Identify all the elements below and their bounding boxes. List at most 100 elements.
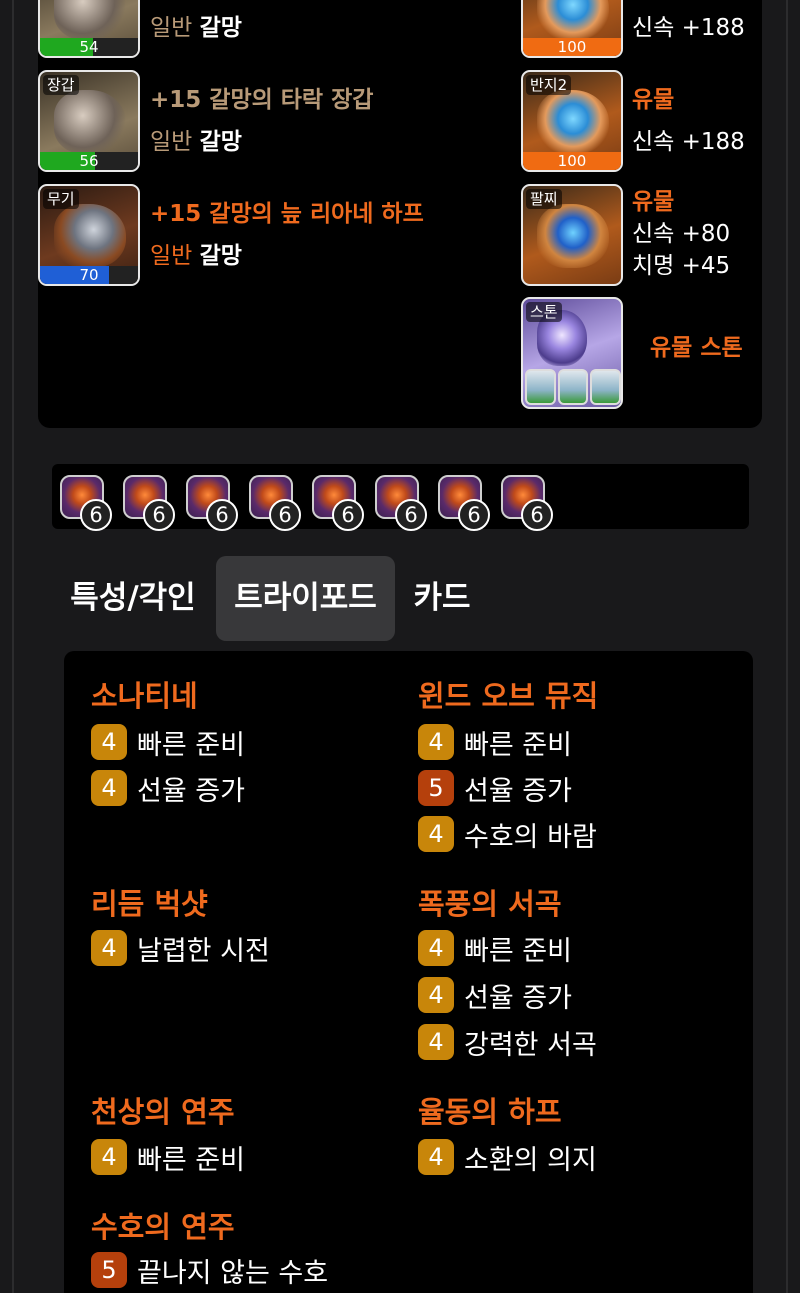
tripod-level: 4	[418, 816, 454, 852]
left-border	[12, 0, 14, 1293]
ring1-icon[interactable]: 100	[521, 0, 623, 58]
quality-bar: 100	[523, 38, 621, 56]
slot-label: 장갑	[43, 75, 79, 95]
item-grade-line: 일반 갈망	[150, 129, 242, 155]
bracelet-art	[537, 204, 609, 268]
gem-slot[interactable]: 6	[430, 475, 490, 531]
ring2-icon[interactable]: 반지2 100	[521, 70, 623, 172]
tripod-level: 4	[418, 1024, 454, 1060]
gem-slot[interactable]: 6	[52, 475, 112, 531]
stone-engravings	[523, 369, 621, 407]
gem-slot[interactable]: 6	[241, 475, 301, 531]
item-grade-line: 일반 갈망	[150, 243, 242, 269]
engraving-chip	[590, 369, 621, 405]
weapon-name[interactable]: +15 갈망의 늪 리아네 하프	[150, 194, 424, 228]
tripod-level: 4	[91, 930, 127, 966]
tripod-name: 빠른 준비	[137, 1144, 245, 1176]
tab-tripods[interactable]: 트라이포드	[216, 556, 395, 641]
tripod-row: 4 빠른 준비	[91, 1138, 245, 1176]
gem-slot[interactable]: 6	[493, 475, 553, 531]
skill-title: 율동의 하프	[418, 1095, 562, 1129]
stone-icon[interactable]: 스톤	[521, 297, 623, 409]
accessory-stat: 치명 +45	[632, 253, 731, 279]
skill-title: 소나티네	[91, 679, 198, 713]
slot-label: 팔찌	[526, 189, 562, 209]
accessory-stat: 신속 +80	[632, 221, 731, 247]
gem-slot[interactable]: 6	[304, 475, 364, 531]
tripod-row: 4 수호의 바람	[418, 815, 597, 853]
quality-bar: 100	[523, 152, 621, 170]
tripod-level: 4	[418, 930, 454, 966]
tripod-row: 4 날렵한 시전	[91, 929, 270, 967]
tripod-row: 4 빠른 준비	[418, 929, 572, 967]
tripod-level: 4	[418, 724, 454, 760]
accessory-stat: 신속 +188	[632, 15, 745, 41]
tripod-panel: 소나티네 4 빠른 준비 4 선율 증가 리듬 벅샷 4 날렵한 시전 천상의 연주 …	[64, 651, 753, 1293]
bracelet-icon[interactable]: 팔찌	[521, 184, 623, 286]
harp-art	[54, 204, 126, 268]
gem-level: 6	[269, 499, 301, 531]
tripod-row: 5 선율 증가	[418, 769, 572, 807]
gem-level: 6	[80, 499, 112, 531]
tab-engravings[interactable]: 특성/각인	[58, 556, 208, 641]
tripod-level: 4	[91, 724, 127, 760]
slot-label: 무기	[43, 189, 79, 209]
ring-art	[537, 0, 609, 40]
tripod-name: 선율 증가	[464, 775, 572, 807]
gloves-name[interactable]: +15 갈망의 타락 장갑	[150, 80, 373, 114]
gloves-icon[interactable]: 장갑 56	[38, 70, 140, 172]
leg-armor-art	[54, 0, 126, 40]
skill-title: 천상의 연주	[91, 1095, 235, 1129]
tripod-name: 선율 증가	[137, 775, 245, 807]
accessory-stat: 신속 +188	[632, 129, 745, 155]
tripod-name: 소환의 의지	[464, 1144, 597, 1176]
tripod-level: 4	[91, 1139, 127, 1175]
tripod-row: 4 선율 증가	[418, 976, 572, 1014]
tripod-level: 5	[418, 770, 454, 806]
tripod-row: 4 선율 증가	[91, 769, 245, 807]
slot-label: 스톤	[526, 302, 562, 322]
quality-bar: 70	[40, 266, 138, 284]
skill-title: 폭풍의 서곡	[418, 887, 562, 921]
tripod-name: 빠른 준비	[137, 729, 245, 761]
tripod-row: 4 강력한 서곡	[418, 1023, 597, 1061]
tripod-name: 끝나지 않는 수호	[137, 1257, 329, 1289]
right-border	[786, 0, 788, 1293]
gem-slot[interactable]: 6	[115, 475, 175, 531]
tripod-row: 4 빠른 준비	[91, 723, 245, 761]
tripod-name: 수호의 바람	[464, 821, 597, 853]
tripod-level: 5	[91, 1252, 127, 1288]
tripod-row: 5 끝나지 않는 수호	[91, 1251, 328, 1289]
ring-art	[537, 90, 609, 154]
gloves-art	[54, 90, 126, 154]
quality-bar: 54	[40, 38, 138, 56]
gem-level: 6	[458, 499, 490, 531]
engraving-chip	[525, 369, 556, 405]
skill-title: 윈드 오브 뮤직	[418, 679, 599, 713]
slot-label: 반지2	[526, 75, 572, 95]
accessory-grade: 유물	[632, 189, 675, 215]
gem-slot[interactable]: 6	[367, 475, 427, 531]
gem-slot[interactable]: 6	[178, 475, 238, 531]
tripod-level: 4	[418, 977, 454, 1013]
tripod-name: 빠른 준비	[464, 729, 572, 761]
tripod-row: 4 소환의 의지	[418, 1138, 597, 1176]
skill-title: 리듬 벅샷	[91, 887, 208, 921]
gem-level: 6	[206, 499, 238, 531]
gem-level: 6	[395, 499, 427, 531]
stone-grade: 유물 스톤	[650, 335, 743, 361]
tab-cards[interactable]: 카드	[403, 556, 481, 641]
weapon-icon[interactable]: 무기 70	[38, 184, 140, 286]
leg-armor-icon[interactable]: 54	[38, 0, 140, 58]
tripod-name: 선율 증가	[464, 982, 572, 1014]
gem-level: 6	[521, 499, 553, 531]
equipment-panel: 54 일반 갈망 장갑 56 +15 갈망의 타락 장갑 일반 갈망 무기 70…	[38, 0, 762, 428]
accessory-grade: 유물	[632, 87, 675, 113]
tripod-name: 빠른 준비	[464, 935, 572, 967]
gem-level: 6	[143, 499, 175, 531]
item-grade-line: 일반 갈망	[150, 15, 242, 41]
quality-bar: 56	[40, 152, 138, 170]
tripod-name: 날렵한 시전	[137, 935, 270, 967]
tripod-name: 강력한 서곡	[464, 1029, 597, 1061]
tripod-level: 4	[91, 770, 127, 806]
